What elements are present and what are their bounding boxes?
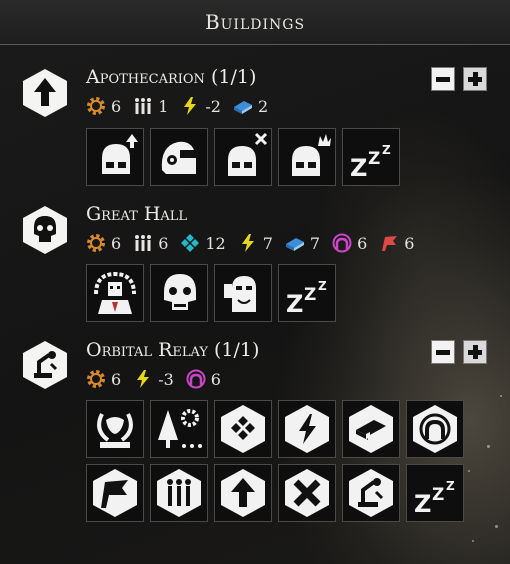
stat-energy: 7 bbox=[238, 233, 273, 253]
action-sleep[interactable]: ZZZ bbox=[278, 264, 336, 322]
svg-text:Z: Z bbox=[368, 149, 380, 169]
svg-text:Z: Z bbox=[304, 285, 316, 305]
action-helmet-cross[interactable] bbox=[214, 128, 272, 186]
laurel-icon bbox=[97, 413, 133, 448]
increase-button[interactable] bbox=[463, 67, 487, 91]
svg-text:Z: Z bbox=[286, 290, 303, 318]
building-stats: 6 1 -2 2 bbox=[86, 96, 280, 116]
servitor-skull-icon bbox=[164, 274, 196, 310]
hex-diamond-icon bbox=[221, 405, 265, 453]
action-forest-gear[interactable] bbox=[150, 400, 208, 458]
energy-icon bbox=[241, 234, 254, 252]
stat-loyalty: 6 bbox=[379, 233, 414, 253]
action-sleep[interactable]: ZZZ bbox=[406, 464, 464, 522]
stat-research: 2 bbox=[233, 96, 268, 116]
population-icon bbox=[135, 98, 152, 114]
action-hex-diamond[interactable] bbox=[214, 400, 272, 458]
requisition-icon bbox=[181, 234, 200, 252]
forest-gear-icon bbox=[158, 409, 202, 448]
stat-influence: 6 bbox=[186, 369, 221, 389]
stat-energy: -3 bbox=[133, 369, 174, 389]
hex-energy-icon bbox=[285, 405, 329, 453]
hex-relay-icon bbox=[349, 469, 393, 517]
action-hex-arrow[interactable] bbox=[214, 464, 272, 522]
research-icon bbox=[285, 238, 304, 251]
action-techmarine[interactable] bbox=[214, 264, 272, 322]
action-hex-book[interactable] bbox=[342, 400, 400, 458]
hex-flag-icon bbox=[93, 469, 137, 517]
svg-text:Z: Z bbox=[414, 490, 431, 518]
action-sleep[interactable]: ZZZ bbox=[342, 128, 400, 186]
hex-arrow-icon bbox=[221, 469, 265, 517]
helmet-crown-icon bbox=[292, 134, 331, 176]
buildings-panel: Buildings Apothecarion (1/1) 6 1 -2 2 Z … bbox=[0, 0, 510, 564]
panel-header: Buildings bbox=[0, 0, 510, 45]
chaplain-icon bbox=[94, 271, 136, 314]
influence-icon bbox=[186, 369, 206, 389]
loyalty-icon bbox=[382, 236, 398, 251]
stat-influence: 6 bbox=[332, 233, 367, 253]
svg-text:Z: Z bbox=[382, 143, 391, 157]
action-apothecary-helmet[interactable] bbox=[150, 128, 208, 186]
gear-icon bbox=[87, 234, 105, 252]
action-chaplain[interactable] bbox=[86, 264, 144, 322]
stat-energy: -2 bbox=[180, 96, 221, 116]
gear-icon bbox=[87, 97, 105, 115]
action-hex-energy[interactable] bbox=[278, 400, 336, 458]
action-hex-signal[interactable] bbox=[406, 400, 464, 458]
stat-requisition: 12 bbox=[180, 233, 226, 253]
helmet-upgrade-icon bbox=[102, 134, 138, 174]
action-hex-cross[interactable] bbox=[278, 464, 336, 522]
hex-book-icon bbox=[349, 405, 393, 453]
techmarine-icon bbox=[224, 276, 256, 312]
gear-icon bbox=[87, 370, 105, 388]
helmet-cross-icon bbox=[228, 132, 268, 176]
stat-research: 7 bbox=[285, 233, 320, 253]
svg-text:Z: Z bbox=[432, 485, 444, 505]
hex-population-icon bbox=[157, 469, 201, 517]
population-icon bbox=[135, 235, 152, 251]
sleep-icon: ZZZ bbox=[350, 143, 391, 182]
decrease-button[interactable] bbox=[431, 340, 455, 364]
building-name: Apothecarion (1/1) bbox=[86, 66, 257, 88]
action-laurel[interactable] bbox=[86, 400, 144, 458]
building-name: Orbital Relay (1/1) bbox=[86, 339, 260, 361]
action-hex-population[interactable] bbox=[150, 464, 208, 522]
svg-text:Z: Z bbox=[350, 154, 367, 182]
building-stats: 6 -3 6 bbox=[86, 369, 233, 389]
research-icon bbox=[233, 101, 252, 114]
arrow-up-icon bbox=[23, 69, 67, 117]
increase-button[interactable] bbox=[463, 340, 487, 364]
panel-title: Buildings bbox=[204, 10, 306, 34]
action-hex-flag[interactable] bbox=[86, 464, 144, 522]
building-name: Great Hall bbox=[86, 203, 188, 225]
skull-icon bbox=[23, 206, 67, 254]
action-servitor-skull[interactable] bbox=[150, 264, 208, 322]
svg-text:Z: Z bbox=[318, 279, 327, 293]
svg-text:Z: Z bbox=[446, 479, 455, 493]
energy-icon bbox=[137, 370, 150, 388]
action-helmet-crown[interactable] bbox=[278, 128, 336, 186]
stat-population: 1 bbox=[133, 96, 168, 116]
hex-signal-icon bbox=[413, 405, 457, 453]
stat-population: 6 bbox=[133, 233, 168, 253]
decrease-button[interactable] bbox=[431, 67, 455, 91]
energy-icon bbox=[184, 97, 197, 115]
apothecary-helmet-icon bbox=[161, 141, 198, 174]
stat-gear: 6 bbox=[86, 96, 121, 116]
stat-gear: 6 bbox=[86, 233, 121, 253]
sleep-icon: ZZZ bbox=[414, 479, 455, 518]
action-hex-relay[interactable] bbox=[342, 464, 400, 522]
building-stats: 6 6 12 7 7 6 6 bbox=[86, 233, 426, 253]
sleep-icon: ZZZ bbox=[286, 279, 327, 318]
relay-icon bbox=[23, 341, 67, 389]
hex-cross-icon bbox=[285, 469, 329, 517]
action-helmet-upgrade[interactable] bbox=[86, 128, 144, 186]
stat-gear: 6 bbox=[86, 369, 121, 389]
influence-icon bbox=[332, 233, 352, 253]
